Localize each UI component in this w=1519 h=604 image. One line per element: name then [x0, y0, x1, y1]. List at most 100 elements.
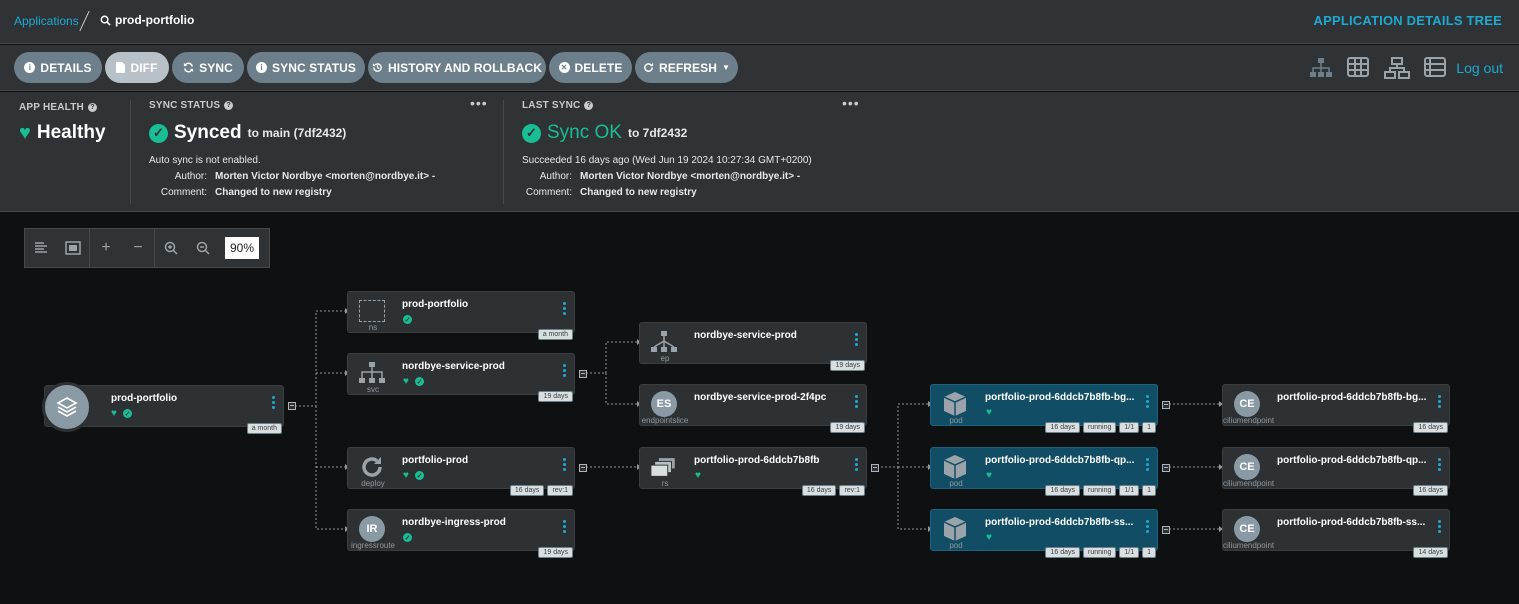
node-menu-icon[interactable] [272, 396, 276, 409]
zoom-level[interactable]: 90% [225, 237, 259, 259]
replicaset-node[interactable]: rs portfolio-prod-6ddcb7b8fb ♥ 16 days re… [639, 447, 879, 496]
plus-icon[interactable]: + [90, 228, 122, 268]
tree-view-icon[interactable] [1309, 57, 1333, 79]
zoom-toolbar: + − 90% [24, 228, 270, 268]
logout-link[interactable]: Log out [1456, 60, 1503, 76]
sync-status-label: SYNC STATUS [272, 60, 356, 75]
last-sync-panel: LAST SYNC? ••• ✓ Sync OK to 7df2432 Succ… [522, 92, 862, 208]
app-health-row: ♥ Healthy [19, 122, 106, 144]
zoom-in-icon[interactable] [155, 228, 187, 268]
pod-node[interactable]: pod portfolio-prod-6ddcb7b8fb-qp... ♥ 16… [930, 447, 1170, 496]
help-icon[interactable]: ? [224, 101, 234, 110]
fit-screen-icon[interactable] [57, 228, 89, 268]
pod-node[interactable]: pod portfolio-prod-6ddcb7b8fb-bg... ♥ 16… [930, 384, 1170, 433]
breadcrumb-separator [79, 10, 90, 32]
endpointslice-node[interactable]: ES endpointslice nordbye-service-prod-2f… [639, 384, 867, 433]
node-tags: 16 days rev:1 [509, 485, 573, 496]
sync-icon [184, 62, 194, 73]
node-menu-icon[interactable] [1438, 458, 1442, 471]
network-view-icon[interactable] [1384, 57, 1410, 79]
collapse-toggle[interactable] [288, 402, 296, 410]
sync-button[interactable]: SYNC [172, 52, 244, 83]
ingressroute-node[interactable]: IR ingressroute nordbye-ingress-prod ✓ 1… [347, 509, 575, 558]
zoom-out-icon[interactable] [187, 228, 219, 268]
minus-icon[interactable]: − [122, 228, 154, 268]
ciliumendpoint-node[interactable]: CE ciliumendpoint portfolio-prod-6ddcb7b… [1222, 509, 1450, 558]
pod-cube-icon [941, 515, 969, 543]
refresh-label: REFRESH [658, 60, 717, 75]
last-author-row: Author: Morten Victor Nordbye <morten@nor… [539, 171, 801, 182]
help-icon[interactable]: ? [87, 103, 97, 112]
node-menu-icon[interactable] [1438, 395, 1442, 408]
endpoints-node[interactable]: ep nordbye-service-prod 19 days [639, 322, 867, 371]
collapse-toggle[interactable] [1162, 401, 1170, 409]
heart-icon: ♥ [403, 376, 409, 387]
more-options-icon[interactable]: ••• [470, 95, 488, 111]
list-view-icon[interactable] [1424, 57, 1446, 77]
align-left-icon[interactable] [25, 228, 57, 268]
info-icon: i [256, 62, 267, 73]
node-menu-icon[interactable] [1146, 395, 1150, 408]
node-status: ✓ [403, 533, 412, 542]
collapse-toggle[interactable] [1162, 464, 1170, 472]
last-sync-title: LAST SYNC? [522, 100, 862, 111]
heart-icon: ♥ [986, 407, 992, 418]
node-menu-icon[interactable] [855, 458, 859, 471]
more-options-icon[interactable]: ••• [842, 95, 860, 111]
page-title: APPLICATION DETAILS TREE [1313, 13, 1502, 28]
refresh-button[interactable]: REFRESH ▼ [635, 52, 738, 83]
details-button[interactable]: i DETAILS [14, 52, 102, 83]
file-icon [116, 62, 126, 73]
check-circle-icon: ✓ [415, 471, 424, 480]
check-circle-icon: ✓ [403, 533, 412, 542]
collapse-toggle[interactable] [871, 464, 879, 472]
endpoints-icon [650, 328, 678, 356]
breadcrumb-applications-link[interactable]: Applications [14, 14, 79, 28]
pods-view-icon[interactable] [1347, 57, 1369, 77]
node-name: portfolio-prod-6ddcb7b8fb-bg... [1277, 392, 1427, 403]
node-menu-icon[interactable] [1438, 520, 1442, 533]
node-status: ♥ [695, 471, 705, 481]
check-circle-icon: ✓ [403, 315, 412, 324]
ns-node[interactable]: ns prod-portfolio ✓ a month [347, 291, 575, 340]
history-rollback-button[interactable]: HISTORY AND ROLLBACK [368, 52, 546, 83]
node-tags: 16 days [1413, 485, 1448, 496]
node-menu-icon[interactable] [855, 333, 859, 346]
node-menu-icon[interactable] [563, 520, 567, 533]
ciliumendpoint-node[interactable]: CE ciliumendpoint portfolio-prod-6ddcb7b… [1222, 447, 1450, 496]
last-sync-row: ✓ Sync OK to 7df2432 [522, 122, 687, 144]
collapse-toggle[interactable] [579, 464, 587, 472]
node-name: portfolio-prod-6ddcb7b8fb-ss... [1277, 517, 1426, 528]
svc-node[interactable]: svc nordbye-service-prod ♥ ✓ 19 days [347, 353, 587, 402]
node-tags: 19 days [830, 360, 865, 371]
delete-button[interactable]: ✕ DELETE [549, 52, 632, 83]
app-node[interactable]: prod-portfolio ♥ ✓ a month [42, 382, 296, 434]
collapse-toggle[interactable] [579, 370, 587, 378]
diff-button[interactable]: DIFF [105, 52, 169, 83]
sync-status-button[interactable]: i SYNC STATUS [247, 52, 365, 83]
ciliumendpoint-node[interactable]: CE ciliumendpoint portfolio-prod-6ddcb7b… [1222, 384, 1450, 433]
node-name: nordbye-service-prod [694, 330, 797, 341]
breadcrumb-current: prod-portfolio [100, 13, 194, 27]
node-name: nordbye-service-prod-2f4pc [694, 392, 827, 403]
node-tags: 19 days [538, 391, 573, 402]
heart-icon: ♥ [111, 408, 117, 419]
node-menu-icon[interactable] [563, 458, 567, 471]
heart-icon: ♥ [19, 122, 31, 144]
collapse-toggle[interactable] [1162, 526, 1170, 534]
heart-icon: ♥ [986, 532, 992, 543]
pod-node[interactable]: pod portfolio-prod-6ddcb7b8fb-ss... ♥ 16… [930, 509, 1170, 558]
node-status: ♥ [986, 471, 996, 481]
node-name: portfolio-prod-6ddcb7b8fb [694, 455, 820, 466]
deploy-node[interactable]: deploy portfolio-prod ♥ ✓ 16 days rev:1 [347, 447, 587, 496]
node-menu-icon[interactable] [563, 302, 567, 315]
help-icon[interactable]: ? [584, 101, 594, 110]
node-name: nordbye-ingress-prod [402, 517, 506, 528]
node-menu-icon[interactable] [1146, 520, 1150, 533]
endpointslice-icon: ES [650, 390, 678, 418]
node-menu-icon[interactable] [1146, 458, 1150, 471]
node-tags: 16 days running 1/1 1 [1045, 485, 1156, 496]
node-menu-icon[interactable] [855, 395, 859, 408]
node-name: prod-portfolio [111, 393, 178, 404]
node-menu-icon[interactable] [563, 364, 567, 377]
